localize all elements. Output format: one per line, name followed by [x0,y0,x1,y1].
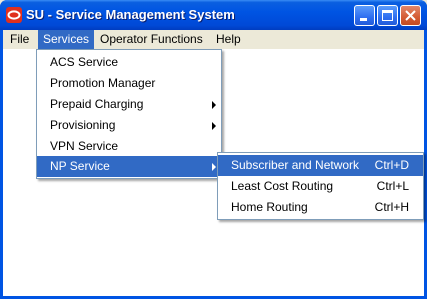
menu-item-subscriber-and-network[interactable]: Subscriber and Network Ctrl+D [218,155,423,176]
menu-item-prepaid-charging[interactable]: Prepaid Charging [37,94,221,115]
menu-item-label: Prepaid Charging [50,97,144,111]
menu-item-label: Subscriber and Network [231,158,360,172]
window-title: SU - Service Management System [26,7,235,22]
menu-item-vpn-service[interactable]: VPN Service [37,136,221,157]
close-icon [405,10,416,21]
menu-operator-functions[interactable]: Operator Functions [95,30,208,49]
menu-item-label: Least Cost Routing [231,179,334,193]
maximize-icon [382,10,393,21]
app-window: SU - Service Management System File Serv… [0,0,427,299]
close-button[interactable] [400,5,421,26]
menu-file[interactable]: File [5,30,34,49]
oracle-logo-icon [6,7,22,23]
menu-item-least-cost-routing[interactable]: Least Cost Routing Ctrl+L [218,176,423,197]
np-service-submenu: Subscriber and Network Ctrl+D Least Cost… [217,152,424,220]
minimize-icon [360,18,367,21]
menu-item-provisioning[interactable]: Provisioning [37,115,221,136]
submenu-arrow-icon [212,163,216,171]
menu-item-shortcut: Ctrl+H [374,200,409,214]
menu-item-label: Promotion Manager [50,76,156,90]
menu-item-label: NP Service [50,159,110,173]
menu-item-label: Provisioning [50,118,116,132]
title-bar[interactable]: SU - Service Management System [0,0,427,30]
menu-item-label: Home Routing [231,200,308,214]
menu-bar: File Services Operator Functions Help [3,30,424,49]
menu-item-label: ACS Service [50,55,119,69]
minimize-button[interactable] [354,5,375,26]
menu-item-home-routing[interactable]: Home Routing Ctrl+H [218,197,423,218]
menu-item-shortcut: Ctrl+L [376,179,409,193]
menu-help[interactable]: Help [211,30,246,49]
client-area: File Services Operator Functions Help AC… [3,30,424,296]
submenu-arrow-icon [212,122,216,130]
submenu-arrow-icon [212,101,216,109]
menu-services[interactable]: Services [38,30,95,49]
menu-item-np-service[interactable]: NP Service [37,156,221,177]
services-menu: ACS Service Promotion Manager Prepaid Ch… [36,49,222,179]
menu-item-shortcut: Ctrl+D [374,158,409,172]
menu-item-promotion-manager[interactable]: Promotion Manager [37,73,221,94]
menu-item-label: VPN Service [50,139,119,153]
maximize-button[interactable] [377,5,398,26]
menu-item-acs-service[interactable]: ACS Service [37,52,221,73]
